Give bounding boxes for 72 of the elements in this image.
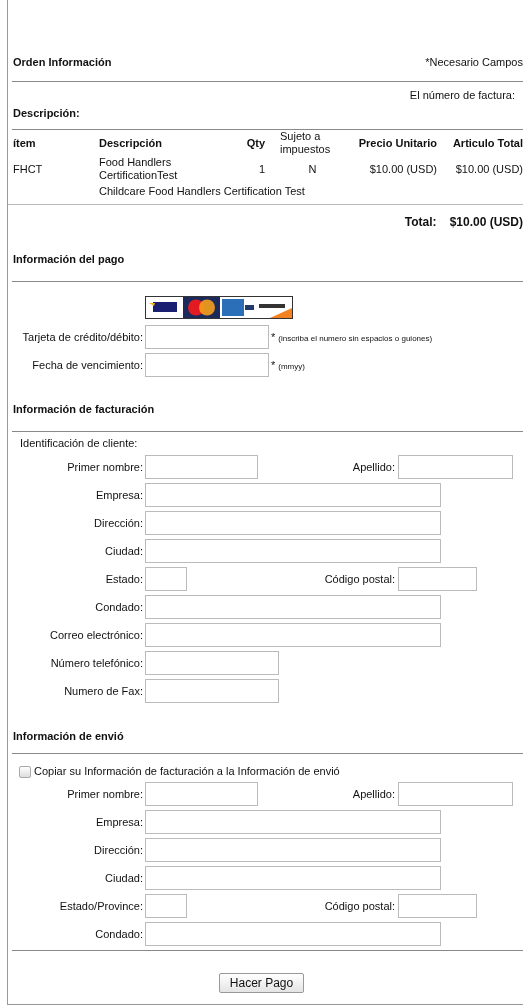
table-cell-text: $10.00 (USD) [368,162,437,176]
section-title: Información de facturación [13,403,155,415]
required-note: *Necesario Campos [425,56,523,69]
field-label: Numero de Fax: [63,684,144,698]
input-field[interactable] [145,838,441,862]
column-header: Qty [245,136,265,150]
input-field[interactable] [145,539,441,563]
column-header: Descripción [99,136,163,150]
field-label: Apellido: [351,787,396,801]
input-field[interactable] [145,810,441,834]
input-field[interactable] [398,894,477,918]
input-field[interactable] [145,511,441,535]
field-label: Número telefónico: [49,656,144,670]
table-cell-text: FHCT [13,162,44,176]
table-cell-text: 1 [257,162,265,176]
input-field[interactable] [398,782,513,806]
field-label: Ciudad: [104,544,144,558]
field-label: Identificación de cliente: [20,437,138,449]
field-label: Dirección: [93,516,144,530]
required-mark: * [271,330,276,344]
table-cell-text: N [307,162,318,176]
section-title: Información de envió [13,730,124,742]
input-field[interactable] [398,455,513,479]
field-label: Apellido: [351,460,396,474]
input-field[interactable] [145,325,269,349]
field-label: Empresa: [94,488,144,502]
field-label: Ciudad: [104,871,144,885]
input-field[interactable] [145,782,258,806]
input-field[interactable] [145,679,279,703]
field-label: Estado/Province: [58,899,144,913]
table-cell-text: $10.00 (USD) [454,162,523,176]
field-label: Código postal: [323,899,396,913]
field-label: Tarjeta de crédito/débito: [21,330,144,344]
field-label: Código postal: [323,572,396,586]
field-label: Correo electrónico: [49,628,144,642]
field-hint: (inscriba el numero sin espacios o guiones) [278,333,433,345]
column-header: Precio Unitario [357,136,437,150]
column-header: Sujeto a impuestos [279,130,332,156]
section-title: Información del pago [13,253,125,265]
submit-button[interactable]: Hacer Pago [218,973,305,993]
field-label: Dirección: [93,843,144,857]
input-field[interactable] [398,567,477,591]
column-header: Articulo Total [451,136,523,150]
field-label: Fecha de vencimiento: [31,358,144,372]
table-cell-text: Food Handlers CertificationTest [99,156,179,182]
description-label: Descripción: [13,107,80,119]
column-header: ítem [13,136,37,150]
field-label: Empresa: [94,815,144,829]
input-field[interactable] [145,595,441,619]
input-field[interactable] [145,623,441,647]
section-title: Orden Información [13,56,112,69]
field-label: Condado: [94,927,144,941]
field-label: Primer nombre: [66,460,144,474]
required-mark: * [271,358,276,372]
input-field[interactable] [145,483,441,507]
checkbox[interactable] [19,765,31,778]
field-label: Condado: [94,600,144,614]
input-field[interactable] [145,567,187,591]
input-field[interactable] [145,455,258,479]
input-field[interactable] [145,866,441,890]
input-field[interactable] [145,894,187,918]
invoice-label: El número de factura: [409,89,515,101]
input-field[interactable] [145,922,441,946]
field-label: Primer nombre: [66,787,144,801]
field-hint: (mmyy) [278,361,305,373]
input-field[interactable] [145,651,279,675]
checkbox-label: Copiar su Información de facturación a la Información de envió [34,765,340,778]
input-field[interactable] [145,353,269,377]
item-note: Childcare Food Handlers Certification Test [8,182,523,205]
total-label: Total: [404,216,437,229]
field-label: Estado: [104,572,144,586]
total-value: $10.00 (USD) [449,216,523,229]
